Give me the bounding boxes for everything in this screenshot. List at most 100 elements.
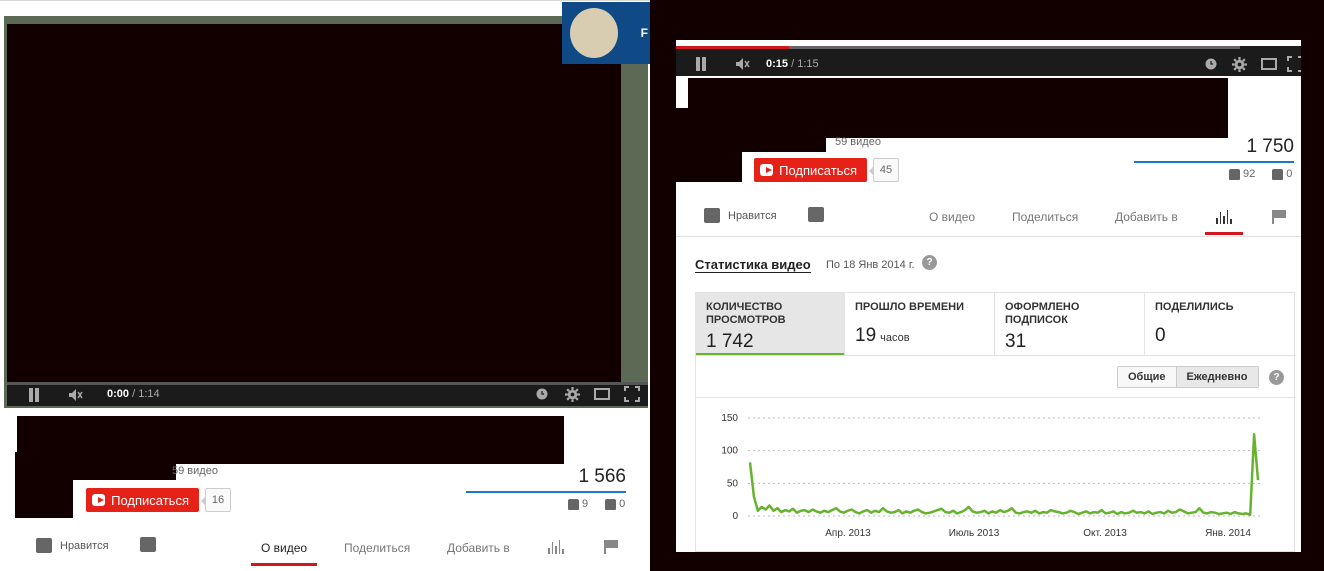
fullscreen-icon (624, 386, 640, 402)
toggle-total[interactable]: Общие (1118, 367, 1176, 387)
video-area-redacted[interactable] (7, 24, 621, 382)
theater-icon (594, 388, 610, 400)
dislike-count: 0 (1286, 168, 1293, 180)
tab-about[interactable]: О видео (261, 541, 307, 555)
subscribe-label: Подписаться (111, 492, 189, 508)
toggle-daily[interactable]: Ежедневно (1175, 367, 1258, 387)
tab-add-to[interactable]: Добавить в (447, 541, 510, 555)
subscribe-button[interactable]: Подписаться (86, 488, 199, 512)
thumbs-up-icon (36, 538, 52, 553)
tab-add-to[interactable]: Добавить в (1115, 210, 1178, 224)
theater-icon (1261, 58, 1277, 70)
settings-button[interactable] (1230, 55, 1248, 73)
view-count: 1 566 (578, 466, 626, 487)
theater-mode-button[interactable] (1260, 57, 1278, 71)
view-count-bar (466, 491, 626, 493)
volume-icon (69, 389, 83, 401)
subscribe-button[interactable]: Подписаться (754, 158, 867, 182)
dislike-button[interactable] (808, 207, 824, 222)
like-dislike-counts: 92 0 (1229, 168, 1292, 180)
channel-name-redacted (73, 464, 176, 480)
view-count-bar (1134, 161, 1294, 163)
pause-icon (28, 388, 40, 402)
watch-later-button[interactable] (1204, 57, 1218, 71)
help-icon[interactable]: ? (922, 255, 937, 270)
help-icon[interactable]: ? (1269, 370, 1284, 385)
channel-thumbnail[interactable]: F (562, 2, 650, 64)
volume-button[interactable] (734, 55, 752, 73)
fullscreen-button[interactable] (1286, 55, 1301, 73)
metric-shares[interactable]: Поделились 0 (1145, 293, 1296, 355)
y-tick-label: 50 (727, 478, 739, 489)
x-tick-label: Июль 2013 (949, 528, 1000, 539)
clock-icon (536, 388, 548, 400)
volume-icon (736, 58, 750, 70)
like-label: Нравится (60, 539, 109, 552)
video-title-redacted (17, 416, 564, 464)
pause-button[interactable] (27, 387, 41, 403)
stats-card: Количество просмотров 1 742 Прошло време… (695, 292, 1296, 552)
thumbs-up-icon (704, 208, 720, 223)
thumbnail-letter: F (640, 26, 648, 40)
settings-button[interactable] (563, 385, 581, 403)
metric-label: Оформлено подписок (1005, 301, 1080, 326)
metric-value: 31 (1005, 331, 1027, 352)
metric-watch-time[interactable]: Прошло времени 19 часов (845, 293, 995, 355)
gear-icon (564, 386, 580, 402)
y-tick-label: 0 (732, 511, 738, 522)
like-count: 9 (582, 498, 589, 510)
gear-icon (1231, 56, 1247, 72)
pause-button[interactable] (694, 56, 708, 72)
time-display: 0:00 / 1:14 (107, 388, 160, 400)
metric-views[interactable]: Количество просмотров 1 742 (696, 293, 845, 356)
fullscreen-button[interactable] (623, 385, 641, 403)
current-time: 0:00 (107, 388, 130, 400)
watch-later-button[interactable] (535, 387, 549, 401)
fullscreen-icon (1287, 56, 1301, 72)
video-count: 59 видео (835, 136, 881, 148)
stats-title: Статистика видео (695, 257, 811, 273)
active-tab-indicator (1205, 232, 1243, 235)
divider (0, 0, 650, 1)
x-tick-label: Янв. 2014 (1205, 528, 1251, 539)
stats-chart-icon[interactable] (1216, 210, 1232, 224)
time-separator: / (788, 58, 798, 70)
like-button[interactable]: Нравится (704, 208, 777, 223)
like-button[interactable]: Нравится (36, 538, 109, 553)
stats-date-note: По 18 Янв 2014 г. (826, 259, 915, 271)
tab-share[interactable]: Поделиться (1012, 210, 1078, 224)
report-flag-icon[interactable] (1272, 210, 1286, 224)
tab-about[interactable]: О видео (929, 210, 975, 224)
youtube-logo-icon (760, 164, 774, 176)
total-time: 1:14 (138, 388, 160, 400)
report-flag-icon[interactable] (604, 540, 618, 554)
left-screenshot-panel: F 0:00 / 1:14 59 видео Подписаться 16 1 … (0, 0, 650, 571)
player-control-bar: 0:15 / 1:15 (676, 46, 1301, 76)
thumbs-down-icon (605, 498, 617, 510)
thumbs-up-icon (568, 498, 579, 510)
theater-mode-button[interactable] (593, 387, 611, 401)
daily-views-chart: 0 50 100 150 Апр. 2013 Июль 2013 Окт. 2013 Янв.… (721, 413, 1260, 539)
chart-mode-toggle: Общие Ежедневно (1117, 366, 1259, 388)
y-tick-label: 150 (721, 413, 738, 424)
metric-label: Количество просмотров (706, 301, 786, 326)
progress-bar[interactable] (7, 382, 648, 385)
dislike-button[interactable] (140, 537, 156, 552)
dislike-count: 0 (619, 498, 626, 510)
thumbs-down-icon (808, 207, 824, 222)
metric-unit: часов (880, 332, 910, 344)
youtube-logo-icon (92, 494, 106, 506)
subscriber-count: 45 (869, 158, 899, 182)
right-screenshot-panel: 0:15 / 1:15 59 видео Подписаться 45 1 75… (676, 40, 1301, 552)
metric-value: 0 (1155, 325, 1166, 346)
tab-share[interactable]: Поделиться (344, 541, 410, 555)
divider (676, 236, 1301, 237)
metric-label: Прошло времени (855, 301, 965, 313)
stats-chart-icon[interactable] (548, 540, 564, 554)
divider (696, 355, 1296, 356)
player-control-bar: 0:00 / 1:14 (7, 382, 648, 406)
total-time: 1:15 (797, 58, 819, 70)
volume-button[interactable] (67, 386, 85, 404)
metric-subscriptions[interactable]: Оформлено подписок 31 (995, 293, 1145, 355)
video-count: 59 видео (172, 465, 218, 477)
